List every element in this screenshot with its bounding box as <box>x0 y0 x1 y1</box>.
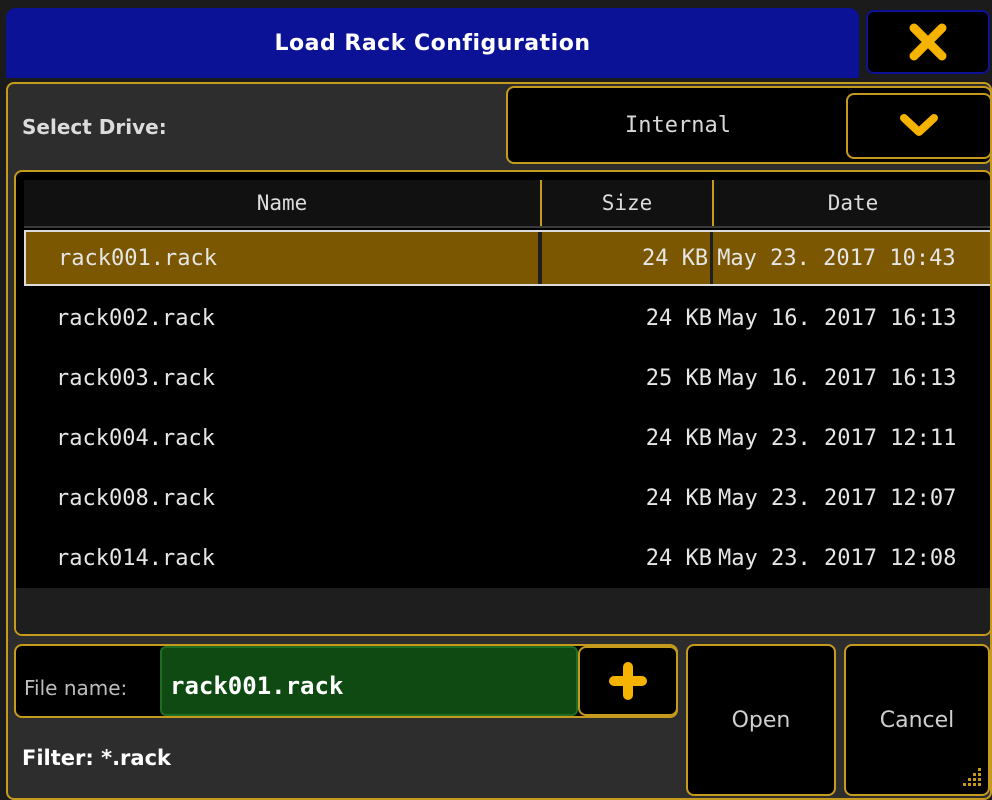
drive-dropdown-button[interactable] <box>846 93 992 159</box>
file-list-footer <box>16 588 990 634</box>
file-row[interactable]: rack004.rack 24 KB May 23. 2017 12:11 <box>24 410 990 466</box>
file-date-cell: May 23. 2017 10:43 <box>717 245 956 271</box>
file-name-cell: rack004.rack <box>56 425 215 451</box>
file-size-cell: 24 KB <box>645 425 712 451</box>
file-size-cell: 24 KB <box>645 485 712 511</box>
add-button[interactable] <box>578 646 678 716</box>
file-list[interactable]: Name Size Date rack001.rack 24 KB May 23… <box>14 170 992 636</box>
title-bar: Load Rack Configuration <box>6 8 859 78</box>
file-size-cell: 25 KB <box>645 365 712 391</box>
file-size-cell: 24 KB <box>645 305 712 331</box>
column-header-size[interactable]: Size <box>542 180 714 226</box>
file-name-cell: rack014.rack <box>56 545 215 571</box>
file-size-cell: 24 KB <box>542 232 714 284</box>
file-row[interactable]: rack003.rack 25 KB May 16. 2017 16:13 <box>24 350 990 406</box>
file-list-header: Name Size Date <box>24 180 990 228</box>
file-date-cell: May 23. 2017 12:08 <box>718 545 957 571</box>
column-header-name[interactable]: Name <box>24 180 542 226</box>
filter-label: Filter: *.rack <box>22 746 171 770</box>
cancel-button[interactable]: Cancel <box>844 644 990 796</box>
file-name-input[interactable]: rack001.rack <box>160 646 578 716</box>
chevron-down-icon <box>900 114 938 136</box>
file-name-cell: rack002.rack <box>56 305 215 331</box>
file-date-cell: May 23. 2017 12:07 <box>718 485 957 511</box>
file-row[interactable]: rack008.rack 24 KB May 23. 2017 12:07 <box>24 470 990 526</box>
file-name-cell: rack003.rack <box>56 365 215 391</box>
open-button[interactable]: Open <box>686 644 836 796</box>
column-header-date[interactable]: Date <box>714 180 990 226</box>
file-row[interactable]: rack002.rack 24 KB May 16. 2017 16:13 <box>24 290 990 346</box>
file-row[interactable]: rack001.rack 24 KB May 23. 2017 10:43 <box>24 230 990 286</box>
file-list-rows: rack001.rack 24 KB May 23. 2017 10:43 ra… <box>24 230 990 586</box>
file-date-cell: May 16. 2017 16:13 <box>718 365 957 391</box>
resize-grip-icon <box>963 768 981 786</box>
close-button[interactable] <box>866 10 990 74</box>
file-name-cell: rack001.rack <box>26 232 542 284</box>
cancel-button-label: Cancel <box>879 707 955 733</box>
plus-icon <box>609 662 647 700</box>
file-row[interactable]: rack014.rack 24 KB May 23. 2017 12:08 <box>24 530 990 586</box>
dialog-title: Load Rack Configuration <box>274 30 591 56</box>
file-name-cell: rack008.rack <box>56 485 215 511</box>
file-size-cell: 24 KB <box>645 545 712 571</box>
file-date-cell: May 16. 2017 16:13 <box>718 305 957 331</box>
close-icon <box>909 23 947 61</box>
file-date-cell: May 23. 2017 12:11 <box>718 425 957 451</box>
file-name-label: File name: <box>24 676 128 700</box>
select-drive-label: Select Drive: <box>22 115 167 139</box>
drive-value: Internal <box>625 112 731 138</box>
